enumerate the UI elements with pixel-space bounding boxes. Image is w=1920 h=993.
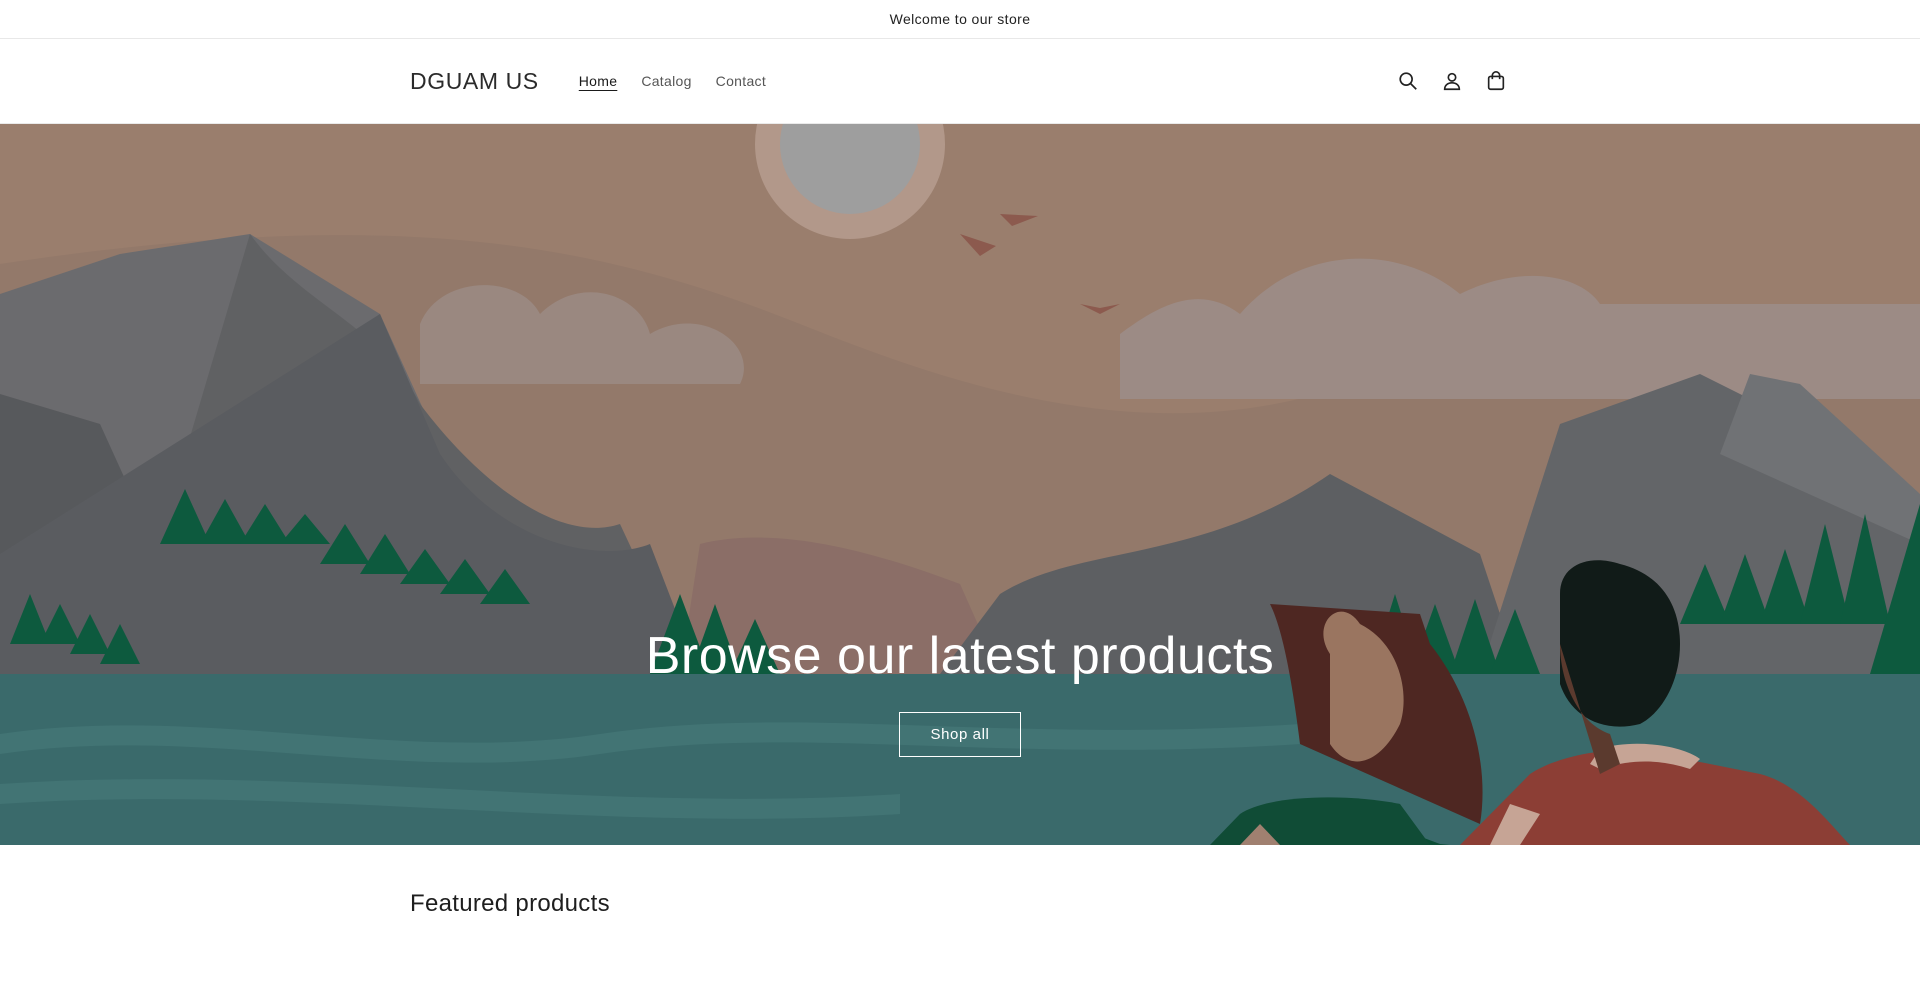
shop-all-button[interactable]: Shop all — [899, 712, 1021, 757]
hero-banner: Browse our latest products Shop all — [0, 124, 1920, 845]
announcement-bar: Welcome to our store — [0, 0, 1920, 39]
hero-title: Browse our latest products — [645, 627, 1275, 685]
search-icon[interactable] — [1394, 67, 1422, 95]
store-logo[interactable]: DGUAM US — [410, 68, 539, 95]
announcement-text: Welcome to our store — [889, 11, 1031, 27]
featured-products-heading: Featured products — [410, 890, 610, 917]
nav-contact[interactable]: Contact — [716, 73, 766, 89]
site-header: DGUAM US Home Catalog Contact — [0, 39, 1920, 124]
nav-home[interactable]: Home — [579, 73, 618, 89]
cart-icon[interactable] — [1482, 67, 1510, 95]
hero-content: Browse our latest products Shop all — [0, 626, 1920, 757]
main-nav: Home Catalog Contact — [579, 73, 766, 89]
nav-catalog[interactable]: Catalog — [641, 73, 691, 89]
account-icon[interactable] — [1438, 67, 1466, 95]
